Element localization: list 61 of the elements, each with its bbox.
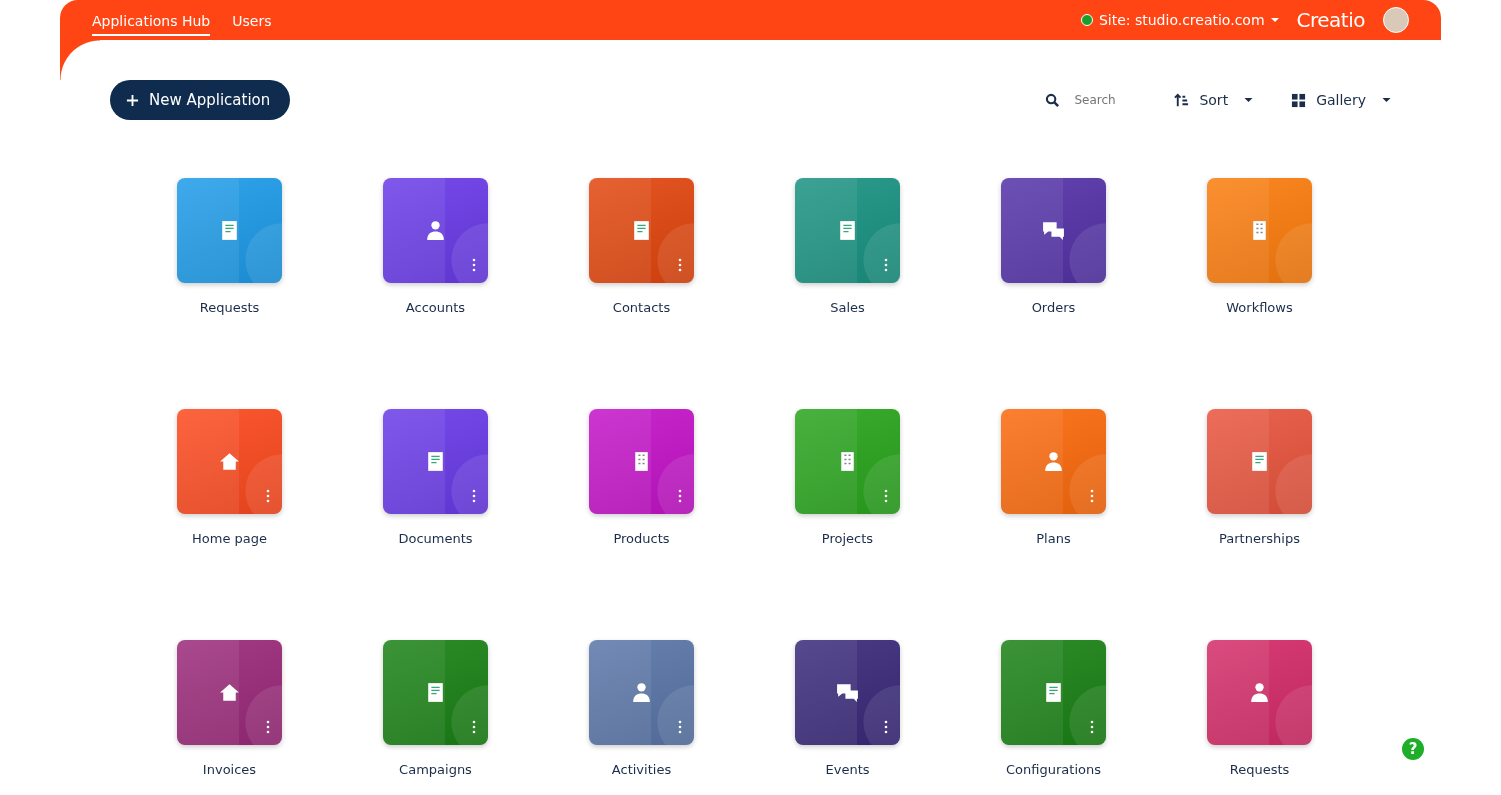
app-name: Plans [1036,531,1071,546]
app-name: Workflows [1226,300,1293,315]
app-name: Home page [192,531,267,546]
app-tile[interactable] [383,409,488,514]
app-name: Activities [611,762,672,777]
more-icon[interactable] [678,258,682,272]
search-icon [1045,92,1061,108]
more-icon[interactable] [472,720,476,734]
help-button[interactable]: ? [1402,738,1424,760]
app-tile[interactable] [589,640,694,745]
view-button[interactable]: Gallery [1291,92,1391,108]
app-name: Documents [398,531,473,546]
more-icon[interactable] [884,720,888,734]
app-tile[interactable] [1001,178,1106,283]
more-icon[interactable] [1090,720,1094,734]
sort-icon [1174,92,1190,108]
logo: Creatio [1296,8,1365,32]
plus-icon [126,93,139,107]
sort-button[interactable]: Sort [1174,92,1254,108]
app-tile[interactable] [795,409,900,514]
app-tile[interactable] [177,178,282,283]
more-icon[interactable] [678,720,682,734]
more-icon[interactable] [472,258,476,272]
app-name: Configurations [1006,762,1101,777]
app-name: Sales [830,300,865,315]
app-name: Products [613,531,670,546]
grid-icon [1291,92,1307,108]
app-name: Contacts [612,300,671,315]
app-name: Projects [821,531,874,546]
new-application-button[interactable]: New Application [110,80,291,120]
nav-tab[interactable]: Users [232,4,272,36]
app-name: Requests [199,300,260,315]
app-name: Invoices [202,762,257,777]
app-tile[interactable] [795,640,900,745]
more-icon[interactable] [472,489,476,503]
app-tile[interactable] [177,409,282,514]
app-tile[interactable] [177,640,282,745]
avatar[interactable] [1383,7,1409,33]
site-selector[interactable]: Site: studio.creatio.com [1080,12,1279,28]
app-tile[interactable] [1001,640,1106,745]
caret-icon [1244,98,1254,102]
app-tile[interactable] [589,178,694,283]
app-name: Accounts [405,300,466,315]
app-tile[interactable] [1001,409,1106,514]
app-tile[interactable] [383,640,488,745]
app-name: Orders [1031,300,1076,315]
app-tile[interactable] [1207,409,1312,514]
app-tile[interactable] [383,178,488,283]
app-name: Partnerships [1219,531,1300,546]
caret-icon [1382,98,1391,102]
caret-icon [1270,18,1279,22]
more-icon[interactable] [266,720,270,734]
app-tile[interactable] [1207,178,1312,283]
app-name: Requests [1229,762,1290,777]
app-name: Events [825,762,870,777]
more-icon[interactable] [678,489,682,503]
nav-tab[interactable]: Applications Hub [92,4,211,36]
app-tile[interactable] [1207,640,1312,745]
app-name: Campaigns [399,762,472,777]
app-tile[interactable] [795,178,900,283]
app-tile[interactable] [589,409,694,514]
